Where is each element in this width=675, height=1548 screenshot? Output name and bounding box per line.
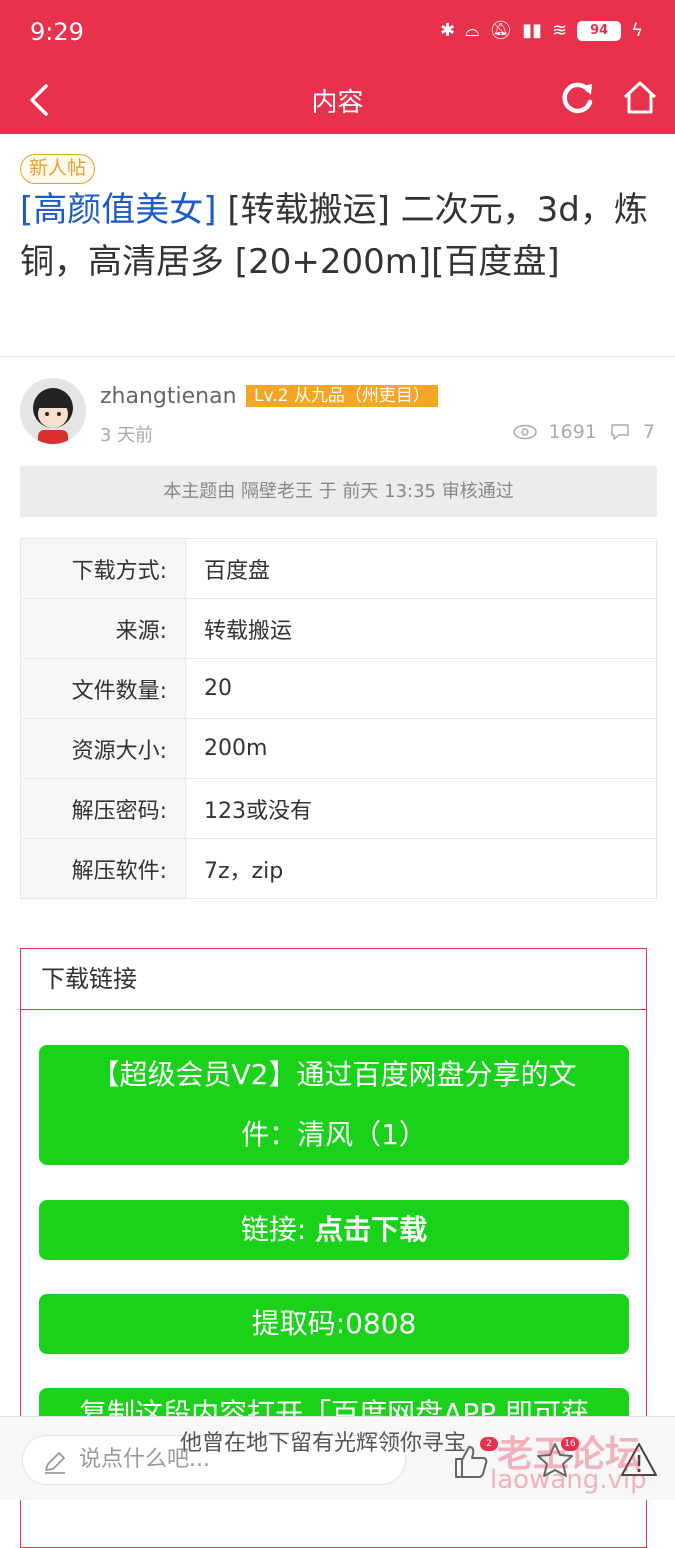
battery-icon: 94 [577, 20, 622, 41]
table-row: 解压软件: 7z，zip [20, 838, 657, 899]
signal-icon: ▮▮ [522, 20, 543, 41]
home-icon[interactable] [620, 78, 660, 118]
info-key: 解压软件: [20, 838, 186, 899]
download-link-button[interactable]: 链接: 点击下载 [39, 1200, 629, 1260]
top-nav: 内容 [0, 66, 675, 134]
post-stats: 1691 7 [512, 421, 655, 443]
bottom-bar: 说点什么吧... 他曾在地下留有光辉领你寻宝 2 16 老王论坛 laowang… [0, 1416, 675, 1500]
post-title: [高颜值美女] [转载搬运] 二次元，3d，炼铜，高清居多 [20+200m][… [20, 184, 660, 288]
avatar[interactable] [20, 378, 86, 444]
table-row: 资源大小: 200m [20, 718, 657, 779]
status-bar: 9:29 ✱ ⌓ 🔕︎ ▮▮ ≋ 94 ϟ [0, 0, 675, 66]
info-value: 百度盘 [185, 538, 657, 599]
category-link[interactable]: [高颜值美女] [20, 190, 217, 230]
share-info-button[interactable]: 【超级会员V2】通过百度网盘分享的文 件：清风（1） [39, 1045, 629, 1165]
share-line-2: 件：清风（1） [241, 1118, 427, 1151]
comment-icon [611, 424, 629, 440]
info-key: 来源: [20, 598, 186, 659]
like-count-badge: 2 [480, 1437, 498, 1451]
status-time: 9:29 [30, 18, 84, 46]
status-icons: ✱ ⌓ 🔕︎ ▮▮ ≋ 94 ϟ [440, 20, 643, 41]
table-row: 解压密码: 123或没有 [20, 778, 657, 839]
info-value: 转载搬运 [185, 598, 657, 659]
slogan-text: 他曾在地下留有光辉领你寻宝 [180, 1431, 467, 1456]
info-value: 20 [185, 658, 657, 719]
info-key: 下载方式: [20, 538, 186, 599]
share-line-1: 【超级会员V2】通过百度网盘分享的文 [91, 1058, 577, 1091]
table-row: 文件数量: 20 [20, 658, 657, 719]
pencil-icon [45, 1452, 65, 1474]
info-value: 200m [185, 718, 657, 779]
author-name[interactable]: zhangtienan [100, 384, 237, 409]
avatar-image [20, 378, 86, 444]
new-post-badge: 新人帖 [20, 154, 96, 184]
wifi-icon: ≋ [552, 20, 568, 41]
table-row: 来源: 转载搬运 [20, 598, 657, 659]
level-badge: Lv.2 从九品（州吏目） [246, 385, 438, 407]
charging-icon: ϟ [631, 20, 643, 41]
info-value: 7z，zip [185, 838, 657, 899]
table-row: 下载方式: 百度盘 [20, 538, 657, 599]
download-header: 下载链接 [21, 949, 646, 1010]
info-key: 资源大小: [20, 718, 186, 779]
eye-icon [512, 424, 537, 440]
watermark-url: laowang.vip [490, 1465, 647, 1495]
audit-notice: 本主题由 隔壁老王 于 前天 13:35 审核通过 [20, 466, 657, 517]
refresh-icon[interactable] [558, 78, 598, 118]
divider [0, 356, 675, 357]
mute-icon: 🔕︎ [489, 20, 513, 41]
view-count: 1691 [548, 421, 597, 443]
resource-info-table: 下载方式: 百度盘 来源: 转载搬运 文件数量: 20 资源大小: 200m 解压密码:… [20, 538, 657, 899]
info-key: 解压密码: [20, 778, 186, 839]
info-key: 文件数量: [20, 658, 186, 719]
post-time: 3 天前 [100, 425, 154, 446]
click-download-link[interactable]: 点击下载 [315, 1213, 427, 1246]
earbuds-icon: ⌓ [465, 20, 480, 41]
link-label: 链接: [240, 1213, 307, 1246]
bluetooth-icon: ✱ [440, 20, 456, 41]
extraction-code-button[interactable]: 提取码:0808 [39, 1294, 629, 1354]
info-value: 123或没有 [185, 778, 657, 839]
reply-count: 7 [642, 421, 655, 443]
